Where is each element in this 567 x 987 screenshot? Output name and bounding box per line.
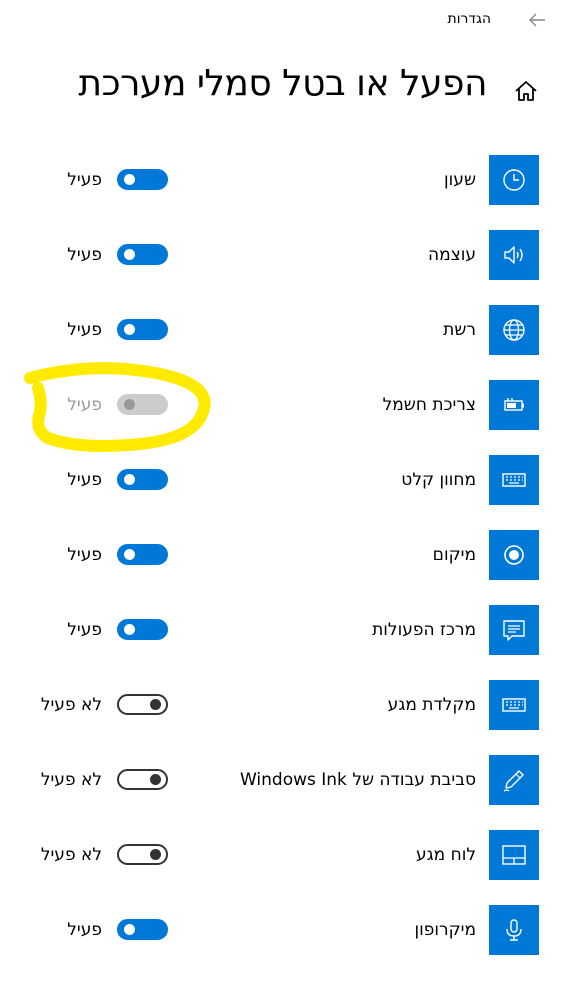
- network-toggle[interactable]: [117, 319, 168, 340]
- globe-icon: [503, 319, 525, 341]
- highlight-annotation: [24, 362, 211, 452]
- setting-row-microphone: מיקרופון פעיל: [0, 905, 567, 955]
- input-indicator-tile: [489, 455, 539, 505]
- microphone-tile: [489, 905, 539, 955]
- toggle-knob: [124, 549, 135, 560]
- toggle-knob: [124, 174, 135, 185]
- setting-label: רשת: [443, 320, 476, 340]
- toggle-knob: [150, 699, 161, 710]
- setting-label: מיקרופון: [414, 920, 476, 940]
- action-center-toggle[interactable]: [117, 619, 168, 640]
- touch-keyboard-toggle[interactable]: [117, 694, 168, 715]
- toggle-knob: [124, 924, 135, 935]
- setting-row-touch-keyboard: מקלדת מגע לא פעיל: [0, 680, 567, 730]
- setting-label: עוצמה: [427, 245, 476, 265]
- toggle-state-label: פעיל: [67, 320, 102, 340]
- setting-row-volume: עוצמה פעיל: [0, 230, 567, 280]
- setting-row-windows-ink: סביבת עבודה של Windows Ink לא פעיל: [0, 755, 567, 805]
- toggle-state-label: לא פעיל: [40, 770, 102, 790]
- touch-keyboard-tile: [489, 680, 539, 730]
- keyboard-icon: [502, 473, 526, 487]
- location-toggle[interactable]: [117, 544, 168, 565]
- toggle-state-label: פעיל: [67, 545, 102, 565]
- action-center-icon: [503, 620, 525, 641]
- windows-ink-toggle[interactable]: [117, 769, 168, 790]
- setting-row-clock: שעון פעיל: [0, 155, 567, 205]
- toggle-state-label: פעיל: [67, 170, 102, 190]
- toggle-state-label: פעיל: [67, 920, 102, 940]
- windows-ink-tile: [489, 755, 539, 805]
- toggle-state-label: לא פעיל: [40, 695, 102, 715]
- toggle-knob: [124, 324, 135, 335]
- volume-toggle[interactable]: [117, 244, 168, 265]
- page-title: הפעל או בטל סמלי מערכת: [78, 63, 487, 104]
- setting-row-touchpad: לוח מגע לא פעיל: [0, 830, 567, 880]
- battery-icon: [504, 398, 524, 411]
- clock-toggle[interactable]: [117, 169, 168, 190]
- toggle-state-label: פעיל: [67, 245, 102, 265]
- setting-label: שעון: [444, 170, 476, 190]
- network-tile: [489, 305, 539, 355]
- back-arrow-icon[interactable]: [527, 10, 547, 30]
- setting-row-input-indicator: מחוון קלט פעיל: [0, 455, 567, 505]
- home-icon[interactable]: [513, 78, 539, 104]
- toggle-knob: [124, 249, 135, 260]
- touchpad-tile: [489, 830, 539, 880]
- toggle-state-label: פעיל: [67, 620, 102, 640]
- microphone-icon: [506, 919, 522, 941]
- toggle-knob: [124, 474, 135, 485]
- volume-tile: [489, 230, 539, 280]
- setting-label: לוח מגע: [416, 845, 476, 865]
- action-center-tile: [489, 605, 539, 655]
- setting-label: סביבת עבודה של Windows Ink: [239, 770, 476, 790]
- touch-keyboard-icon: [502, 698, 526, 712]
- setting-label: מיקום: [432, 545, 476, 565]
- pen-icon: [503, 770, 524, 792]
- toggle-knob: [150, 849, 161, 860]
- settings-label: הגדרות: [447, 11, 491, 27]
- toggle-state-label: לא פעיל: [40, 845, 102, 865]
- location-tile: [489, 530, 539, 580]
- setting-row-action-center: מרכז הפעולות פעיל: [0, 605, 567, 655]
- touchpad-toggle[interactable]: [117, 844, 168, 865]
- microphone-toggle[interactable]: [117, 919, 168, 940]
- setting-row-location: מיקום פעיל: [0, 530, 567, 580]
- toggle-state-label: פעיל: [67, 470, 102, 490]
- clock-icon: [503, 169, 525, 191]
- setting-label: מקלדת מגע: [387, 695, 476, 715]
- location-icon: [504, 545, 524, 565]
- input-indicator-toggle[interactable]: [117, 469, 168, 490]
- setting-label: מחוון קלט: [401, 470, 476, 490]
- clock-tile: [489, 155, 539, 205]
- volume-icon: [504, 246, 523, 264]
- setting-label: צריכת חשמל: [382, 395, 476, 415]
- setting-label: מרכז הפעולות: [372, 620, 476, 640]
- toggle-knob: [124, 624, 135, 635]
- setting-row-network: רשת פעיל: [0, 305, 567, 355]
- power-tile: [489, 380, 539, 430]
- touchpad-icon: [502, 845, 526, 865]
- toggle-knob: [150, 774, 161, 785]
